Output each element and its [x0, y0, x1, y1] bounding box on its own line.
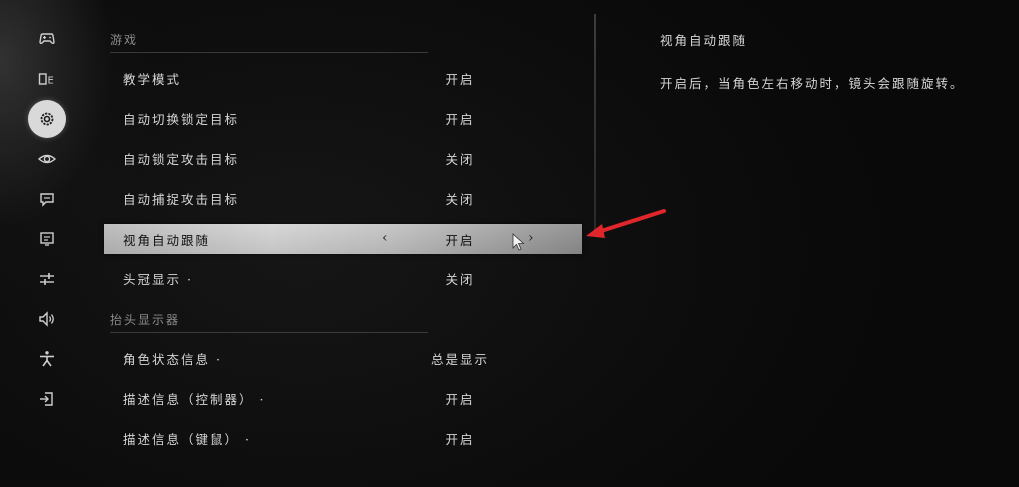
setting-label: 自动捕捉攻击目标 — [123, 191, 240, 207]
speaker-icon[interactable] — [28, 300, 66, 338]
sliders-icon[interactable] — [28, 260, 66, 298]
chevron-right-icon[interactable]: › — [528, 230, 536, 246]
setting-value: 开启 — [445, 431, 475, 447]
setting-value: 开启 — [445, 391, 475, 407]
eye-icon[interactable] — [28, 140, 66, 178]
setting-row-auto-lock-target[interactable]: 自动锁定攻击目标 关闭 — [104, 143, 582, 173]
exit-icon[interactable] — [28, 380, 66, 418]
setting-row-desc-keyboard-mouse[interactable]: 描述信息（键鼠） · 开启 — [104, 423, 582, 453]
setting-value: 开启 — [445, 111, 475, 127]
setting-value: 总是显示 — [430, 351, 489, 367]
mouse-cursor-icon — [512, 233, 525, 251]
chevron-left-icon[interactable]: ‹ — [382, 230, 390, 246]
annotation-arrow-icon — [586, 209, 666, 238]
gamepad-icon[interactable] — [28, 20, 66, 58]
setting-row-headgear-display[interactable]: 头冠显示 · 关闭 — [104, 263, 582, 293]
settings-screen: E 游戏 教学模式 开启 自动切换锁定目标 开启 自动锁定攻击目标 关闭 自动捕… — [0, 0, 1019, 487]
display-icon[interactable] — [28, 220, 66, 258]
setting-label: 头冠显示 · — [123, 271, 193, 287]
setting-label: 角色状态信息 · — [123, 351, 222, 367]
setting-value: 关闭 — [445, 191, 475, 207]
setting-row-tutorial-mode[interactable]: 教学模式 开启 — [104, 63, 582, 93]
description-text: 开启后，当角色左右移动时，镜头会跟随旋转。 — [660, 76, 965, 91]
setting-value: 关闭 — [445, 271, 475, 287]
subtitles-icon[interactable] — [28, 180, 66, 218]
setting-row-auto-switch-target[interactable]: 自动切换锁定目标 开启 — [104, 103, 582, 133]
svg-text:E: E — [48, 76, 54, 87]
setting-row-auto-capture-target[interactable]: 自动捕捉攻击目标 关闭 — [104, 183, 582, 213]
setting-label: 自动切换锁定目标 — [123, 111, 240, 127]
setting-label: 描述信息（控制器） · — [123, 391, 266, 407]
gear-icon[interactable] — [28, 100, 66, 138]
setting-row-desc-controller[interactable]: 描述信息（控制器） · 开启 — [104, 383, 582, 413]
setting-label: 自动锁定攻击目标 — [123, 151, 240, 167]
section-header-game: 游戏 — [110, 31, 428, 53]
setting-value: 关闭 — [445, 151, 475, 167]
section-header-hud: 抬头显示器 — [110, 311, 428, 333]
description-title: 视角自动跟随 — [660, 33, 748, 48]
accessibility-icon[interactable] — [28, 340, 66, 378]
language-icon[interactable]: E — [28, 60, 66, 98]
setting-row-character-status[interactable]: 角色状态信息 · 总是显示 — [104, 343, 582, 373]
setting-value: 开启 — [445, 71, 475, 87]
setting-value: 开启 — [445, 232, 475, 248]
setting-label: 教学模式 — [123, 71, 182, 87]
setting-label: 描述信息（键鼠） · — [123, 431, 251, 447]
panel-divider — [594, 14, 596, 236]
setting-label: 视角自动跟随 — [123, 232, 211, 248]
setting-row-camera-auto-follow[interactable]: 视角自动跟随 ‹ 开启 › — [104, 224, 582, 254]
